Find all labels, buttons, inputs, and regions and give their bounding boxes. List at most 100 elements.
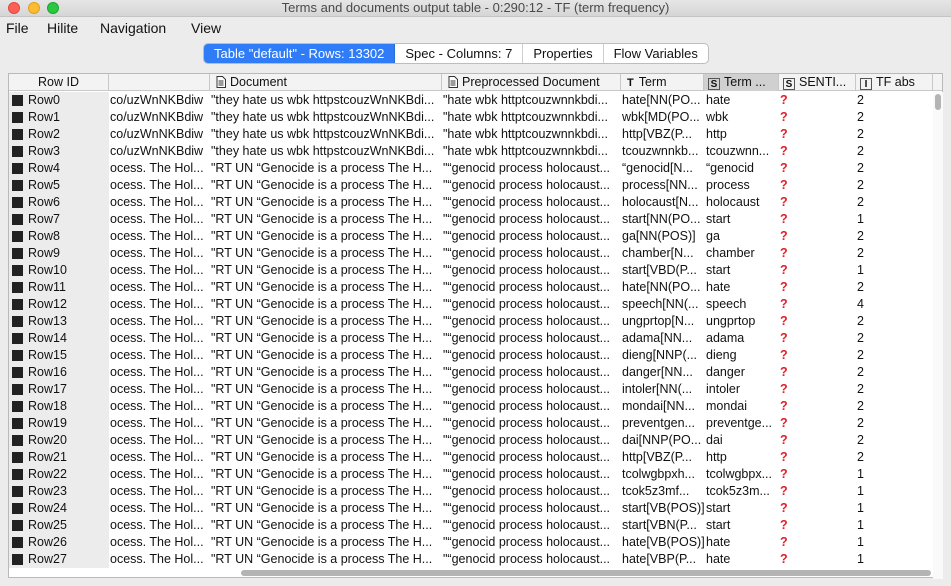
column-header-label: Preprocessed Document [462,75,600,89]
column-header-row-id[interactable]: Row ID [9,74,109,91]
row-header[interactable]: Row22 [9,466,109,483]
table-row[interactable]: Row20 ocess. The Hol... "RT UN “Genocide i… [9,432,934,449]
table-row[interactable]: Row27 ocess. The Hol... "RT UN “Genocide i… [9,551,934,568]
table-row[interactable]: Row11 ocess. The Hol... "RT UN “Genocide i… [9,279,934,296]
horizontal-scroll-thumb[interactable] [241,570,931,576]
row-header[interactable]: Row16 [9,364,109,381]
row-header[interactable]: Row7 [9,211,109,228]
vertical-scrollbar[interactable] [933,92,943,579]
row-header[interactable]: Row4 [9,160,109,177]
table-row[interactable]: Row24 ocess. The Hol... "RT UN “Genocide i… [9,500,934,517]
table-row[interactable]: Row25 ocess. The Hol... "RT UN “Genocide i… [9,517,934,534]
column-header-tf-abs[interactable]: I TF abs [856,74,933,91]
cell-document: "RT UN “Genocide is a process The H... [211,535,433,549]
cell-preprocessed-document: "“genocid process holocaust... [443,501,611,515]
cell-term-string: tcouzwnn... [706,144,770,158]
horizontal-scrollbar[interactable] [8,568,943,578]
table-row[interactable]: Row17 ocess. The Hol... "RT UN “Genocide i… [9,381,934,398]
row-header[interactable]: Row26 [9,534,109,551]
cell-row-id: Row27 [28,552,67,566]
table-row[interactable]: Row3 co/uzWnNKBdiw "they hate us wbk https… [9,143,934,160]
table-row[interactable]: Row10 ocess. The Hol... "RT UN “Genocide i… [9,262,934,279]
row-header[interactable]: Row0 [9,92,109,109]
cell-row-id: Row16 [28,365,67,379]
cell-document-tail: ocess. The Hol... [110,348,204,362]
column-header-document[interactable]: Document [210,74,442,91]
row-header[interactable]: Row11 [9,279,109,296]
table-row[interactable]: Row14 ocess. The Hol... "RT UN “Genocide i… [9,330,934,347]
menu-view[interactable]: View [191,20,221,36]
table-row[interactable]: Row0 co/uzWnNKBdiw "they hate us wbk https… [9,92,934,109]
row-header[interactable]: Row3 [9,143,109,160]
column-header-term-string[interactable]: S Term ... [704,74,779,91]
cell-document: "RT UN “Genocide is a process The H... [211,246,433,260]
table-row[interactable]: Row1 co/uzWnNKBdiw "they hate us wbk https… [9,109,934,126]
cell-row-id: Row21 [28,450,67,464]
row-header[interactable]: Row10 [9,262,109,279]
table-row[interactable]: Row16 ocess. The Hol... "RT UN “Genocide i… [9,364,934,381]
table-row[interactable]: Row22 ocess. The Hol... "RT UN “Genocide i… [9,466,934,483]
table-row[interactable]: Row26 ocess. The Hol... "RT UN “Genocide i… [9,534,934,551]
row-header[interactable]: Row6 [9,194,109,211]
row-header[interactable]: Row13 [9,313,109,330]
cell-document-tail: ocess. The Hol... [110,365,204,379]
cell-row-id: Row20 [28,433,67,447]
row-header[interactable]: Row5 [9,177,109,194]
cell-tf-abs: 1 [857,501,864,515]
tab-spec[interactable]: Spec - Columns: 7 [395,44,524,63]
column-header-preprocessed-document[interactable]: Preprocessed Document [442,74,621,91]
row-header[interactable]: Row12 [9,296,109,313]
menu-navigation[interactable]: Navigation [100,20,166,36]
row-header[interactable]: Row21 [9,449,109,466]
row-header[interactable]: Row17 [9,381,109,398]
menu-hilite[interactable]: Hilite [47,20,78,36]
cell-tf-abs: 2 [857,93,864,107]
cell-term: start[VBD(P... [622,263,697,277]
row-header[interactable]: Row19 [9,415,109,432]
cell-sentiment: ? [780,314,788,328]
row-header[interactable]: Row2 [9,126,109,143]
table-row[interactable]: Row19 ocess. The Hol... "RT UN “Genocide i… [9,415,934,432]
row-header[interactable]: Row1 [9,109,109,126]
column-header-term[interactable]: T Term [621,74,704,91]
row-header[interactable]: Row15 [9,347,109,364]
row-header[interactable]: Row20 [9,432,109,449]
row-header[interactable]: Row23 [9,483,109,500]
row-color-marker [12,180,23,191]
row-header[interactable]: Row14 [9,330,109,347]
menu-bar: File Hilite Navigation View [0,17,951,39]
table-row[interactable]: Row5 ocess. The Hol... "RT UN “Genocide is… [9,177,934,194]
column-header-blank[interactable] [109,74,210,91]
cell-tf-abs: 2 [857,127,864,141]
tab-table[interactable]: Table "default" - Rows: 13302 [204,44,396,63]
cell-preprocessed-document: "“genocid process holocaust... [443,518,611,532]
table-row[interactable]: Row18 ocess. The Hol... "RT UN “Genocide i… [9,398,934,415]
column-header-sentiment[interactable]: S SENTI... [779,74,856,91]
tab-flow-variables[interactable]: Flow Variables [604,44,708,63]
table-row[interactable]: Row8 ocess. The Hol... "RT UN “Genocide is… [9,228,934,245]
table-row[interactable]: Row13 ocess. The Hol... "RT UN “Genocide i… [9,313,934,330]
menu-file[interactable]: File [6,20,29,36]
table-row[interactable]: Row21 ocess. The Hol... "RT UN “Genocide i… [9,449,934,466]
table-row[interactable]: Row6 ocess. The Hol... "RT UN “Genocide is… [9,194,934,211]
vertical-scroll-thumb[interactable] [935,94,941,110]
table-row[interactable]: Row2 co/uzWnNKBdiw "they hate us wbk https… [9,126,934,143]
row-header[interactable]: Row8 [9,228,109,245]
table-row[interactable]: Row23 ocess. The Hol... "RT UN “Genocide i… [9,483,934,500]
table-row[interactable]: Row7 ocess. The Hol... "RT UN “Genocide is… [9,211,934,228]
cell-tf-abs: 2 [857,161,864,175]
row-header[interactable]: Row9 [9,245,109,262]
row-header[interactable]: Row27 [9,551,109,568]
table-row[interactable]: Row4 ocess. The Hol... "RT UN “Genocide is… [9,160,934,177]
column-header-label: SENTI... [799,75,847,89]
table-row[interactable]: Row15 ocess. The Hol... "RT UN “Genocide i… [9,347,934,364]
row-header[interactable]: Row18 [9,398,109,415]
cell-document: "RT UN “Genocide is a process The H... [211,178,433,192]
tab-properties[interactable]: Properties [523,44,604,63]
row-header[interactable]: Row24 [9,500,109,517]
cell-term-string: start [706,263,731,277]
table-row[interactable]: Row9 ocess. The Hol... "RT UN “Genocide is… [9,245,934,262]
row-header[interactable]: Row25 [9,517,109,534]
table-row[interactable]: Row12 ocess. The Hol... "RT UN “Genocide i… [9,296,934,313]
cell-preprocessed-document: "hate wbk httptcouzwnnkbdi... [443,93,608,107]
